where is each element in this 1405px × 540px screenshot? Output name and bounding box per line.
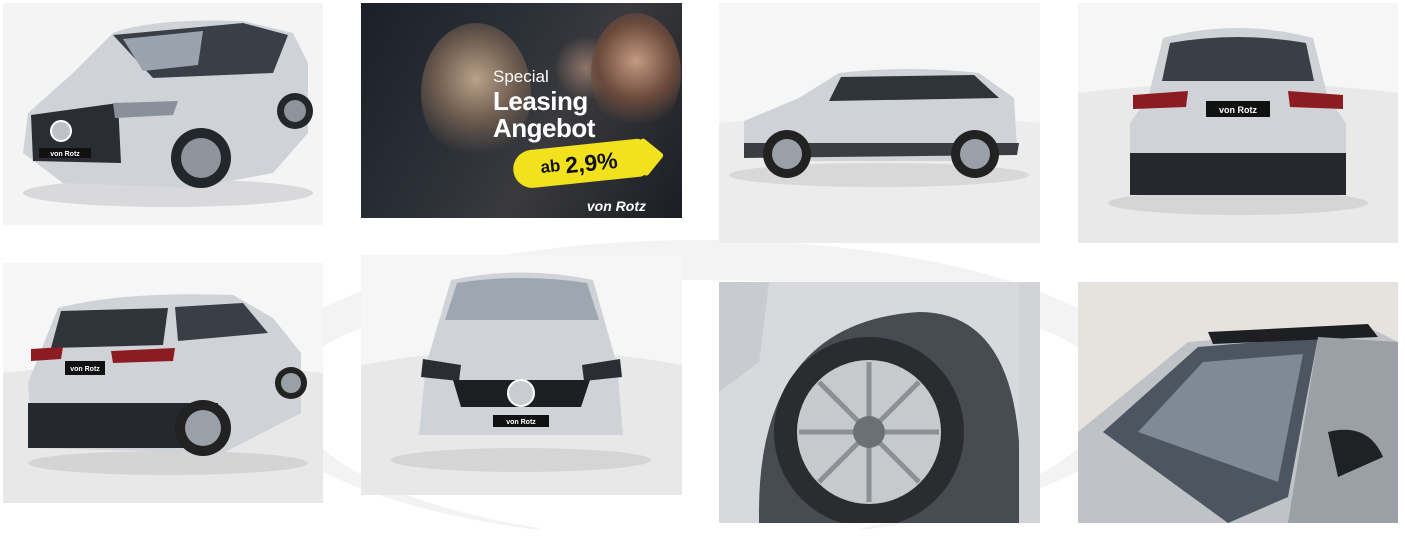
car-rear-illustration: von Rotz	[1078, 3, 1398, 243]
gallery-image-rear-three-quarter[interactable]: von Rotz	[3, 263, 323, 503]
gallery-image-leasing-promo[interactable]: Special Leasing Angebot ab 2,9% von Rotz	[361, 3, 682, 218]
gallery-image-panoramic-roof[interactable]	[1078, 282, 1398, 523]
license-plate-text: von Rotz	[50, 151, 80, 158]
gallery-image-front-three-quarter[interactable]: von Rotz	[3, 3, 323, 225]
car-front-three-quarter-illustration: von Rotz	[3, 3, 323, 225]
wheel-closeup-illustration	[719, 282, 1040, 523]
promo-angebot-text: Angebot	[493, 113, 595, 143]
roof-windshield-illustration	[1078, 282, 1398, 523]
license-plate-text: von Rotz	[506, 419, 536, 426]
gallery-image-front-view[interactable]: von Rotz	[361, 255, 682, 495]
promo-special-text: Special	[493, 67, 549, 86]
car-front-illustration: von Rotz	[361, 255, 682, 495]
gallery-image-wheel-closeup[interactable]	[719, 282, 1040, 523]
car-side-profile-illustration	[719, 3, 1040, 243]
promo-banner: Special Leasing Angebot ab 2,9% von Rotz	[361, 3, 682, 218]
promo-rate-text: 2,9%	[563, 146, 619, 178]
promo-rate-badge: ab 2,9%	[511, 138, 647, 190]
license-plate-text: von Rotz	[1219, 105, 1257, 115]
license-plate-text: von Rotz	[70, 366, 100, 373]
promo-photo-man	[591, 13, 681, 133]
gallery-image-side-profile[interactable]	[719, 3, 1040, 243]
car-rear-three-quarter-illustration: von Rotz	[3, 263, 323, 503]
promo-ab-text: ab	[539, 156, 562, 177]
von-rotz-logo: von Rotz	[586, 198, 646, 214]
gallery-image-rear-view[interactable]: von Rotz	[1078, 3, 1398, 243]
